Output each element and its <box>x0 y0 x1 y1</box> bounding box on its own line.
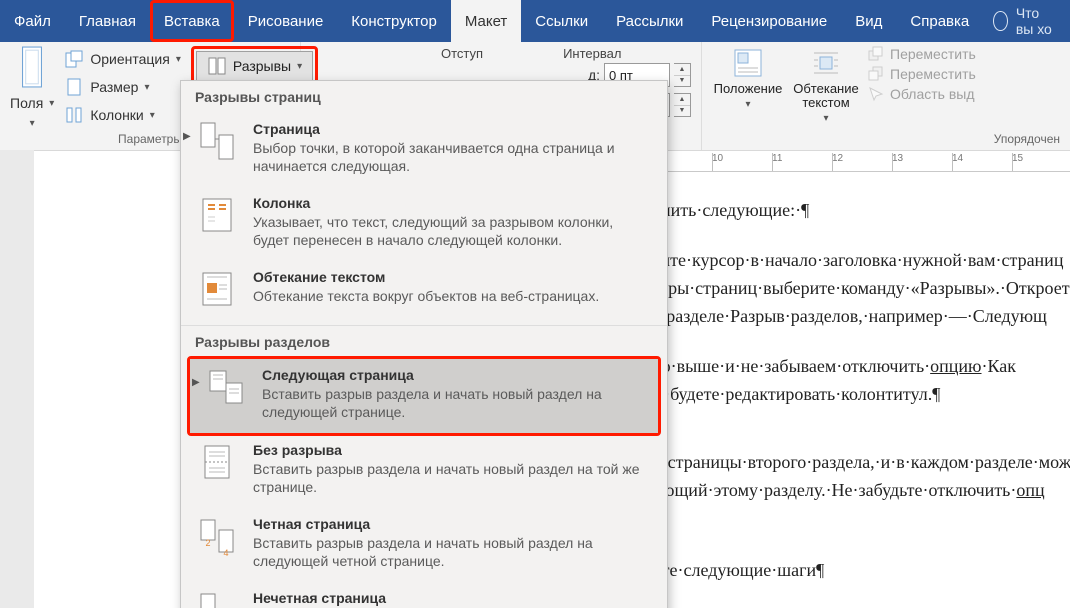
indent-header: Отступ <box>441 46 483 61</box>
doc-line: етры·страниц·выберите·команду·«Разрывы».… <box>652 274 1070 302</box>
break-next-page-desc: Вставить разрыв раздела и начать новый р… <box>262 385 644 421</box>
orientation-label: Ориентация <box>90 51 169 67</box>
spinner-arrows[interactable]: ▲▼ <box>674 93 691 117</box>
break-odd-page-item[interactable]: Нечетная страница <box>181 582 667 608</box>
dropdown-heading-page-breaks: Разрывы страниц <box>181 81 667 113</box>
option-link[interactable]: опцию <box>930 356 981 376</box>
position-button[interactable]: Положение ▾ <box>712 46 784 126</box>
orientation-button[interactable]: Ориентация ▾ <box>64 46 181 72</box>
position-label: Положение <box>714 82 783 96</box>
doc-line: ите·следующие·шаги¶ <box>652 556 1070 584</box>
break-even-page-icon: 24 <box>195 516 239 560</box>
margins-button[interactable]: Поля ▾ <box>10 90 54 116</box>
doc-line: ующий·этому·разделу.·Не·забудьте·отключи… <box>652 476 1070 504</box>
break-column-item[interactable]: Колонка Указывает, что текст, следующий … <box>181 187 667 261</box>
doc-line: ы·будете·редактировать·колонтитул.¶ <box>652 380 1070 408</box>
breaks-button[interactable]: Разрывы ▾ <box>196 51 313 81</box>
spinner-arrows[interactable]: ▲▼ <box>674 63 691 87</box>
break-wrap-icon <box>195 269 239 313</box>
tell-me-label: Что вы хо <box>1016 5 1060 37</box>
document-area[interactable]: лнить·следующие:·¶ вите·курсор·в·начало·… <box>652 172 1070 602</box>
break-next-page-title: Следующая страница <box>262 367 644 383</box>
submenu-arrow-icon: ▶ <box>183 131 191 142</box>
break-wrap-desc: Обтекание текста вокруг объектов на веб-… <box>253 287 653 305</box>
bring-forward-button[interactable]: Переместить <box>868 46 976 62</box>
position-icon <box>731 46 765 80</box>
wrap-text-icon <box>809 46 843 80</box>
break-next-page-item[interactable]: ▶ Следующая страница Вставить разрыв раз… <box>190 359 658 433</box>
margins-icon <box>21 46 43 88</box>
tab-design[interactable]: Конструктор <box>337 0 451 42</box>
tab-file[interactable]: Файл <box>0 0 65 42</box>
selection-pane-label: Область выд <box>890 86 975 102</box>
break-column-title: Колонка <box>253 195 653 211</box>
bring-forward-label: Переместить <box>890 46 976 62</box>
chevron-down-icon: ▾ <box>49 98 54 109</box>
send-backward-label: Переместить <box>890 66 976 82</box>
break-column-icon <box>195 195 239 239</box>
break-page-desc: Выбор точки, в которой заканчивается одн… <box>253 139 653 175</box>
chevron-down-icon: ▾ <box>176 54 181 65</box>
break-wrap-title: Обтекание текстом <box>253 269 653 285</box>
tab-layout[interactable]: Макет <box>451 0 521 42</box>
tab-references[interactable]: Ссылки <box>521 0 602 42</box>
columns-button[interactable]: Колонки ▾ <box>64 102 181 128</box>
break-continuous-item[interactable]: Без разрыва Вставить разрыв раздела и на… <box>181 434 667 508</box>
break-column-desc: Указывает, что текст, следующий за разры… <box>253 213 653 249</box>
tab-home[interactable]: Главная <box>65 0 150 42</box>
svg-text:4: 4 <box>223 548 228 556</box>
tab-help[interactable]: Справка <box>896 0 983 42</box>
svg-text:2: 2 <box>205 538 210 548</box>
break-continuous-desc: Вставить разрыв раздела и начать новый р… <box>253 460 653 496</box>
orientation-icon <box>64 50 84 68</box>
tab-review[interactable]: Рецензирование <box>697 0 841 42</box>
break-continuous-icon <box>195 442 239 486</box>
dropdown-heading-section-breaks: Разрывы разделов <box>181 326 667 358</box>
size-icon <box>64 78 84 96</box>
breaks-dropdown: Разрывы страниц ▶ Страница Выбор точки, … <box>180 80 668 608</box>
bulb-icon <box>993 11 1008 31</box>
break-page-item[interactable]: ▶ Страница Выбор точки, в которой заканч… <box>181 113 667 187</box>
margins-label: Поля <box>10 95 43 111</box>
tab-view[interactable]: Вид <box>841 0 896 42</box>
send-backward-button[interactable]: Переместить <box>868 66 976 82</box>
doc-line: вите·курсор·в·начало·заголовка·нужной·ва… <box>652 246 1070 274</box>
break-even-page-item[interactable]: 24 Четная страница Вставить разрыв разде… <box>181 508 667 582</box>
doc-line: лнить·следующие:·¶ <box>652 196 1070 224</box>
breaks-icon <box>207 57 227 75</box>
break-next-page-icon <box>204 367 248 411</box>
size-label: Размер <box>90 79 138 95</box>
option-link[interactable]: опц <box>1016 480 1044 500</box>
chevron-down-icon: ▾ <box>144 82 149 93</box>
break-page-title: Страница <box>253 121 653 137</box>
doc-line: ь·разделе·Разрыв·разделов,·например·—·Сл… <box>652 302 1070 330</box>
selection-pane-button[interactable]: Область выд <box>868 86 976 102</box>
break-even-page-desc: Вставить разрыв раздела и начать новый р… <box>253 534 653 570</box>
wrap-label: Обтекание текстом <box>790 82 862 110</box>
wrap-text-button[interactable]: Обтекание текстом ▾ <box>790 46 862 126</box>
columns-label: Колонки <box>90 107 143 123</box>
break-page-icon <box>195 121 239 165</box>
columns-icon <box>64 106 84 124</box>
submenu-arrow-icon: ▶ <box>192 377 200 388</box>
tab-mailings[interactable]: Рассылки <box>602 0 697 42</box>
size-button[interactable]: Размер ▾ <box>64 74 181 100</box>
titlebar: Файл Главная Вставка Рисование Конструкт… <box>0 0 1070 42</box>
tell-me[interactable]: Что вы хо <box>983 5 1070 37</box>
tab-insert[interactable]: Вставка <box>150 0 234 42</box>
doc-line: но·выше·и·не·забываем·отключить·опцию·Ка… <box>652 352 1070 380</box>
arrange-group-label: Упорядочен <box>712 132 1060 148</box>
break-wrap-item[interactable]: Обтекание текстом Обтекание текста вокру… <box>181 261 667 325</box>
breaks-label: Разрывы <box>233 58 291 74</box>
tab-draw[interactable]: Рисование <box>234 0 338 42</box>
left-gutter <box>0 150 34 608</box>
break-odd-page-title: Нечетная страница <box>253 590 653 606</box>
break-odd-page-icon <box>195 590 239 608</box>
doc-line: й·страницы·второго·раздела,·и·в·каждом·р… <box>652 448 1070 476</box>
break-continuous-title: Без разрыва <box>253 442 653 458</box>
chevron-down-icon: ▾ <box>150 110 155 121</box>
break-even-page-title: Четная страница <box>253 516 653 532</box>
spacing-header: Интервал <box>563 46 621 61</box>
